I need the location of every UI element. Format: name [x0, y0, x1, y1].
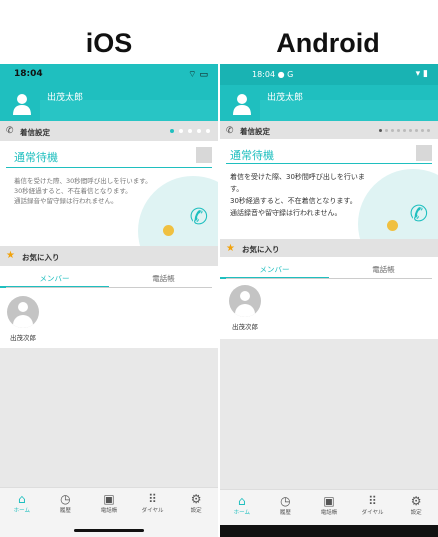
- settings-icon: ⚙: [190, 492, 202, 506]
- nav-settings[interactable]: ⚙ 設定: [394, 490, 438, 525]
- member-list: 出茂次郎: [220, 279, 438, 339]
- nav-home[interactable]: ⌂ ホーム: [220, 490, 264, 525]
- favorites-label: お気に入り: [22, 253, 60, 262]
- home-indicator: [74, 529, 144, 532]
- mode-title: 通常待機: [230, 149, 274, 162]
- favorites-label: お気に入り: [242, 245, 280, 254]
- phone-small-icon: ✆: [6, 126, 14, 136]
- status-time: 18:04 ● G: [252, 70, 294, 79]
- incoming-settings-header: ✆ 着信設定: [0, 121, 218, 141]
- settings-icon: ⚙: [410, 494, 422, 508]
- home-icon: ⌂: [237, 494, 246, 508]
- mode-toggle-button[interactable]: [416, 145, 432, 161]
- incoming-settings-label: 着信設定: [20, 128, 50, 137]
- favorites-tabs: メンバー 電話帳: [0, 266, 218, 288]
- star-icon: ★: [226, 243, 235, 254]
- tab-phonebook[interactable]: 電話帳: [329, 257, 438, 279]
- user-name: 出茂太郎: [267, 93, 304, 103]
- nav-history[interactable]: ◷ 履歴: [264, 490, 308, 525]
- incoming-settings-label: 着信設定: [240, 127, 270, 136]
- mode-description: 着信を受けた際、30秒間呼び出しを行いま す。 30秒経過すると、不在着信となり…: [230, 173, 365, 217]
- member-item[interactable]: 出茂次郎: [6, 296, 40, 342]
- incoming-mode-card[interactable]: 通常待機 着信を受けた際、30秒間呼び出しを行いま す。 30秒経過すると、不在…: [220, 139, 438, 239]
- status-bar: 18:04 ⌔ ▭: [0, 64, 218, 85]
- history-icon: ◷: [60, 492, 71, 506]
- android-heading: Android: [276, 28, 380, 58]
- bottom-tab-bar: ⌂ ホーム ◷ 履歴 ▣ 電話帳 ⠿ ダイヤル ⚙ 設定: [220, 489, 438, 525]
- mode-description: 着信を受けた際、30秒間呼び出しを行います。 30秒経過すると、不在着信となりま…: [14, 177, 152, 205]
- status-time: 18:04: [14, 69, 43, 79]
- history-icon: ◷: [280, 494, 291, 508]
- page-indicator[interactable]: [170, 129, 210, 133]
- nav-settings[interactable]: ⚙ 設定: [174, 488, 218, 537]
- profile-header[interactable]: 出茂太郎: [220, 85, 438, 121]
- status-icons: ⌔ ▭: [188, 70, 208, 80]
- nav-home[interactable]: ⌂ ホーム: [0, 488, 44, 537]
- lock-icon: [387, 220, 398, 231]
- phone-icon: ✆: [189, 205, 208, 230]
- tab-members[interactable]: メンバー: [220, 257, 329, 279]
- user-icon: [13, 94, 31, 115]
- avatar: [229, 285, 261, 317]
- ios-heading: iOS: [85, 28, 133, 58]
- tab-phonebook[interactable]: 電話帳: [109, 266, 218, 288]
- member-name: 出茂次郎: [232, 323, 258, 331]
- favorites-tabs: メンバー 電話帳: [220, 257, 438, 279]
- ios-phone: 18:04 ⌔ ▭ 出茂太郎 ✆ 着信設定 通常待機 着信を受けた際、30秒間呼…: [0, 64, 218, 537]
- status-bar: 18:04 ● G ▾ ▮: [220, 64, 438, 85]
- system-nav-bar: [220, 525, 438, 537]
- mode-toggle-button[interactable]: [196, 147, 212, 163]
- dial-icon: ⠿: [368, 494, 377, 508]
- phonebook-icon: ▣: [323, 494, 335, 508]
- tab-members[interactable]: メンバー: [0, 266, 109, 288]
- nav-phonebook[interactable]: ▣ 電話帳: [307, 490, 351, 525]
- user-name: 出茂太郎: [47, 93, 84, 103]
- incoming-settings-header: ✆ 着信設定: [220, 121, 438, 139]
- nav-dial[interactable]: ⠿ ダイヤル: [351, 490, 395, 525]
- mode-title: 通常待機: [14, 151, 58, 164]
- phone-icon: ✆: [409, 202, 428, 227]
- phonebook-icon: ▣: [103, 492, 115, 506]
- profile-header[interactable]: 出茂太郎: [0, 85, 218, 121]
- member-name: 出茂次郎: [10, 334, 36, 342]
- page-indicator[interactable]: [379, 129, 430, 132]
- status-icons: ▾ ▮: [415, 69, 428, 79]
- lock-icon: [163, 225, 174, 236]
- favorites-header: ★ お気に入り: [220, 239, 438, 257]
- favorites-header: ★ お気に入り: [0, 246, 218, 266]
- dial-icon: ⠿: [148, 492, 157, 506]
- avatar: [7, 296, 39, 328]
- incoming-mode-card[interactable]: 通常待機 着信を受けた際、30秒間呼び出しを行います。 30秒経過すると、不在着…: [0, 141, 218, 246]
- member-list: 出茂次郎: [0, 288, 218, 348]
- phone-small-icon: ✆: [226, 126, 234, 136]
- comparison-screen: iOS Android 18:04 ⌔ ▭ 出茂太郎 ✆ 着信設定 通常待機 着…: [0, 0, 438, 537]
- home-icon: ⌂: [17, 492, 26, 506]
- user-icon: [233, 94, 251, 115]
- star-icon: ★: [6, 250, 15, 261]
- android-phone: 18:04 ● G ▾ ▮ 出茂太郎 ✆ 着信設定 通常待機 着信を受けた際、3…: [220, 64, 438, 537]
- member-item[interactable]: 出茂次郎: [228, 285, 262, 331]
